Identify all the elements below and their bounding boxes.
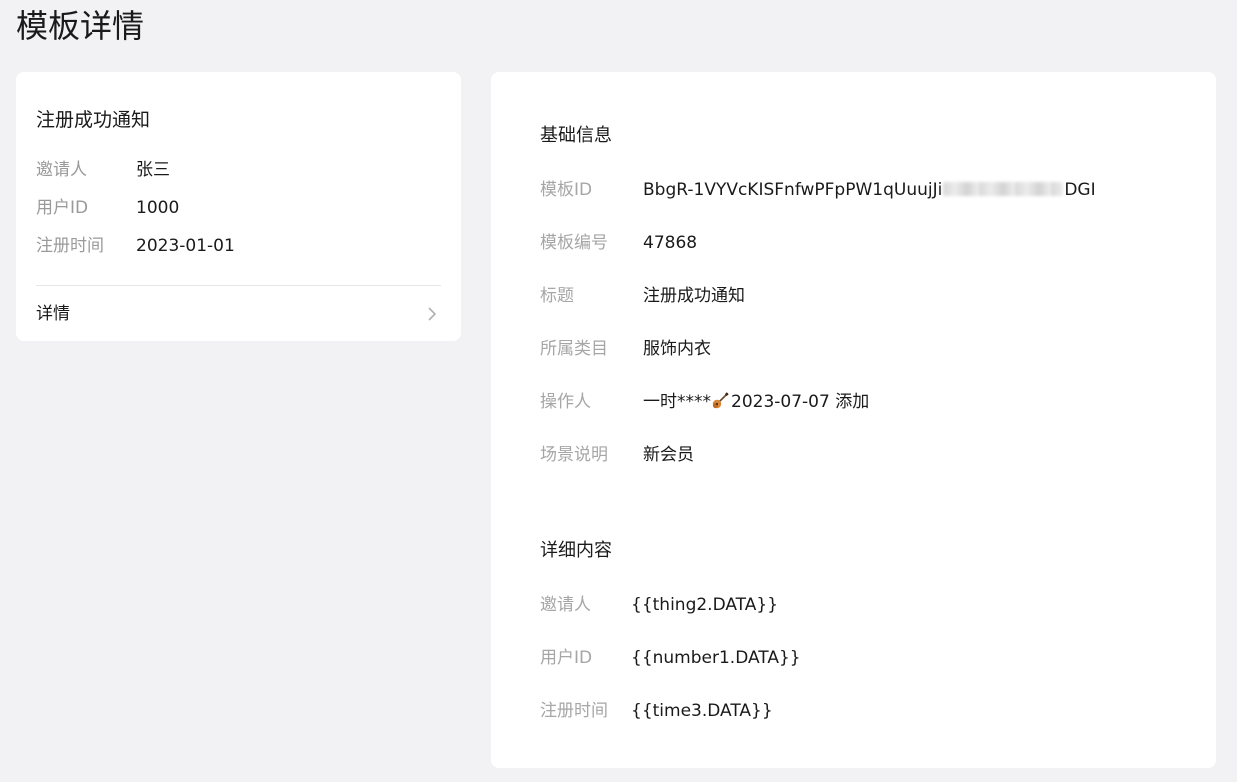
title-label: 标题 [540,286,574,306]
category-label: 所属类目 [540,339,608,359]
template-id-value: BbgR-1VYVcKISFnfwPFpPW1qUuujJi DGI [643,178,1096,202]
detail-row-value: {{time3.DATA}} [631,701,773,721]
preview-row-label: 用户ID [36,198,89,218]
title-value: 注册成功通知 [643,286,745,306]
template-id-label: 模板ID [540,180,593,200]
category-value: 服饰内衣 [643,339,711,359]
info-row-scene: 场景说明 新会员 [540,443,1196,467]
info-row-operator: 操作人 一时**** 2023-07-07 添加 [540,390,1196,414]
guitar-icon [712,391,729,408]
preview-divider [36,285,441,286]
preview-row-label: 注册时间 [36,236,104,256]
template-no-value: 47868 [643,233,698,253]
template-info-card: 基础信息 模板ID BbgR-1VYVcKISFnfwPFpPW1qUuujJi… [491,72,1216,768]
operator-value: 一时**** 2023-07-07 添加 [643,390,869,414]
detail-row-label: 用户ID [540,648,593,668]
operator-label: 操作人 [540,392,591,412]
detail-row-register-time: 注册时间 {{time3.DATA}} [540,699,1196,723]
preview-detail-link[interactable]: 详情 [36,300,441,328]
scene-label: 场景说明 [540,445,608,465]
info-row-template-id: 模板ID BbgR-1VYVcKISFnfwPFpPW1qUuujJi DGI [540,178,1196,202]
template-no-label: 模板编号 [540,233,608,253]
info-row-title: 标题 注册成功通知 [540,284,1196,308]
detail-link-label: 详情 [36,304,70,324]
operator-action: 2023-07-07 添加 [731,392,870,412]
template-id-suffix: DGI [1064,180,1096,200]
redacted-segment [943,181,1064,196]
detail-row-label: 注册时间 [540,701,608,721]
chevron-right-icon [428,307,437,321]
detail-row-label: 邀请人 [540,595,591,615]
template-preview-card: 注册成功通知 邀请人 张三 用户ID 1000 注册时间 2023-01-01 … [16,72,461,341]
page-title: 模板详情 [16,7,145,45]
info-row-category: 所属类目 服饰内衣 [540,337,1196,361]
detail-row-value: {{number1.DATA}} [631,648,801,668]
preview-row-label: 邀请人 [36,160,87,180]
preview-title: 注册成功通知 [36,109,151,131]
preview-row-value: 张三 [136,160,170,180]
operator-name: 一时**** [643,392,711,412]
preview-row-value: 2023-01-01 [136,236,235,256]
detail-row-inviter: 邀请人 {{thing2.DATA}} [540,593,1196,617]
template-id-prefix: BbgR-1VYVcKISFnfwPFpPW1qUuujJi [643,180,943,200]
info-row-template-no: 模板编号 47868 [540,231,1196,255]
detail-row-value: {{thing2.DATA}} [631,595,779,615]
basic-info-title: 基础信息 [540,125,612,146]
preview-row-value: 1000 [136,198,180,218]
scene-value: 新会员 [643,445,694,465]
detail-content-title: 详细内容 [540,540,612,561]
detail-row-user-id: 用户ID {{number1.DATA}} [540,646,1196,670]
